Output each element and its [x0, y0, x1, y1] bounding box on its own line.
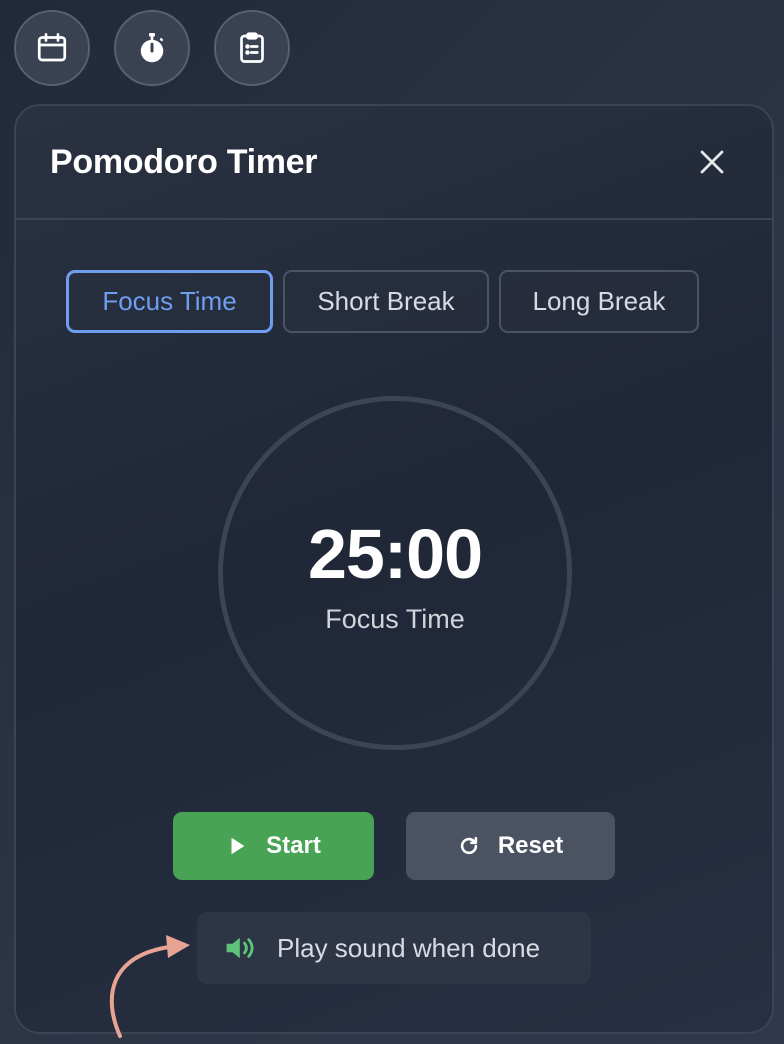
play-icon — [231, 837, 245, 855]
timer-mode-label: Focus Time — [325, 603, 465, 634]
modal-title: Pomodoro Timer — [50, 142, 318, 181]
top-toolbar — [14, 10, 290, 86]
timer-controls: Start Reset — [173, 812, 615, 880]
mode-focus-time-button[interactable]: Focus Time — [66, 270, 273, 333]
close-button[interactable] — [692, 142, 732, 182]
mode-selector: Focus Time Short Break Long Break — [66, 270, 699, 333]
tasks-button[interactable] — [214, 10, 290, 86]
start-button-label: Start — [266, 832, 321, 859]
clipboard-list-icon — [240, 32, 264, 63]
annotation-arrow — [109, 935, 190, 1038]
speaker-icon — [226, 937, 254, 959]
stopwatch-button[interactable] — [114, 10, 190, 86]
start-button[interactable]: Start — [173, 812, 374, 880]
pomodoro-modal: Pomodoro Timer Focus Time Short Break Lo… — [14, 104, 774, 1034]
reset-button-label: Reset — [497, 832, 564, 859]
timer-display: 25:00 Focus Time — [218, 396, 572, 750]
timer-time: 25:00 — [307, 514, 483, 593]
calendar-icon — [37, 33, 67, 62]
mode-short-break-button[interactable]: Short Break — [283, 270, 489, 333]
calendar-button[interactable] — [14, 10, 90, 86]
close-icon — [700, 150, 724, 174]
modal-header: Pomodoro Timer — [16, 106, 772, 220]
reset-button[interactable]: Reset — [406, 812, 615, 880]
stopwatch-icon — [140, 33, 164, 63]
refresh-icon — [460, 836, 477, 855]
mode-long-break-button[interactable]: Long Break — [499, 270, 699, 333]
sound-toggle[interactable]: Play sound when done — [197, 912, 591, 984]
sound-toggle-label: Play sound when done — [277, 932, 541, 963]
